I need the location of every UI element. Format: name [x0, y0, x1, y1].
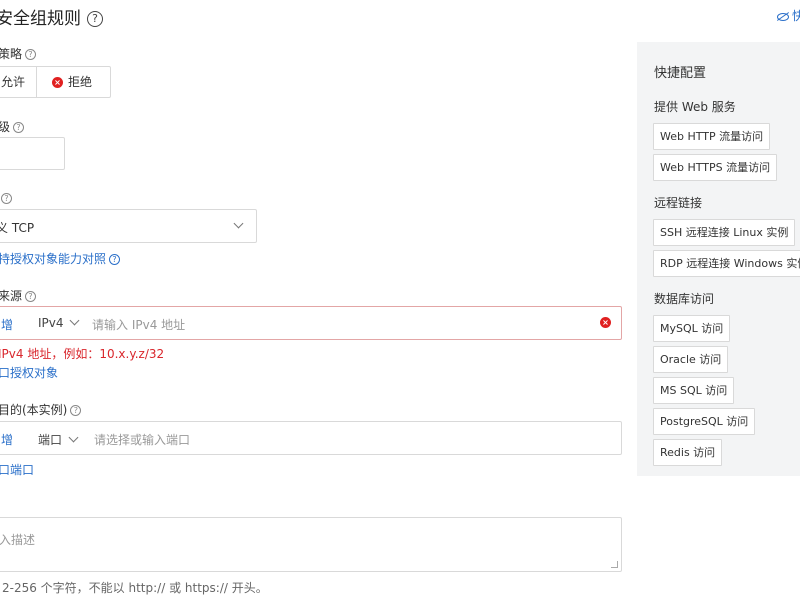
error-icon: ×: [600, 317, 611, 328]
priority-input[interactable]: [0, 137, 65, 170]
help-icon[interactable]: ?: [1, 193, 12, 204]
description-hint: 2-256 个字符，不能以 http:// 或 https:// 开头。: [2, 581, 268, 595]
policy-label-text: 策略: [0, 47, 23, 61]
source-add-button[interactable]: 增: [1, 316, 13, 333]
help-icon[interactable]: ?: [109, 254, 121, 265]
quick-postgresql-button[interactable]: PostgreSQL 访问: [653, 408, 756, 435]
help-icon[interactable]: ?: [70, 405, 82, 416]
resize-handle-icon[interactable]: [611, 561, 618, 568]
protocol-label: ?: [0, 191, 12, 205]
help-icon[interactable]: ?: [25, 49, 37, 60]
page-title: 安全组规则?: [0, 4, 103, 29]
protocol-compare-link[interactable]: 持授权对象能力对照?: [0, 250, 121, 267]
quick-link[interactable]: 快: [776, 7, 800, 24]
eye-icon: [776, 12, 789, 21]
quick-rdp-button[interactable]: RDP 远程连接 Windows 实例: [653, 250, 800, 277]
group-db-label: 数据库访问: [654, 292, 715, 306]
port-input[interactable]: 请选择或输入端口: [94, 431, 190, 448]
description-textarea[interactable]: 入描述: [0, 517, 622, 572]
help-icon[interactable]: ?: [25, 291, 37, 302]
quick-oracle-button[interactable]: Oracle 访问: [653, 346, 729, 373]
chevron-down-icon: [68, 432, 79, 443]
source-label-text: 来源: [0, 289, 23, 303]
deny-label: 拒绝: [68, 75, 93, 89]
protocol-select[interactable]: [0, 209, 257, 243]
allow-option[interactable]: 允许: [0, 67, 37, 97]
port-type-value: 端口: [38, 433, 63, 447]
protocol-compare-text: 持授权对象能力对照: [0, 252, 107, 266]
priority-label: 级?: [0, 118, 25, 135]
policy-toggle: 允许 × 拒绝: [0, 66, 111, 98]
destination-add-link[interactable]: 口端口: [0, 461, 34, 478]
deny-icon: ×: [52, 77, 63, 88]
chevron-down-icon: [69, 315, 80, 326]
source-add-link[interactable]: 口授权对象: [0, 364, 58, 381]
priority-label-text: 级: [0, 120, 11, 134]
source-error: IPv4 地址，例如：10.x.y.z/32: [0, 347, 165, 361]
quick-link-label: 快: [791, 9, 800, 23]
quick-redis-button[interactable]: Redis 访问: [653, 439, 723, 466]
port-type-select[interactable]: 端口: [38, 431, 79, 448]
description-placeholder: 入描述: [0, 533, 36, 547]
protocol-value: 义 TCP: [0, 221, 35, 235]
destination-label-text: 目的(本实例): [0, 403, 68, 417]
source-label: 来源?: [0, 287, 37, 304]
quick-config-panel: 快捷配置 提供 Web 服务 Web HTTP 流量访问 Web HTTPS 流…: [637, 42, 800, 476]
quick-mysql-button[interactable]: MySQL 访问: [653, 315, 731, 342]
quick-mssql-button[interactable]: MS SQL 访问: [653, 377, 735, 404]
source-type-select[interactable]: IPv4: [38, 315, 80, 330]
group-web-label: 提供 Web 服务: [654, 100, 736, 114]
help-icon[interactable]: ?: [87, 11, 103, 27]
help-icon[interactable]: ?: [13, 122, 25, 133]
source-type-value: IPv4: [38, 316, 64, 330]
page-title-text: 安全组规则: [0, 9, 81, 29]
deny-option[interactable]: × 拒绝: [37, 67, 110, 97]
destination-add-button[interactable]: 增: [1, 431, 13, 448]
quick-http-button[interactable]: Web HTTP 流量访问: [653, 123, 771, 150]
allow-label: 允许: [1, 75, 26, 89]
group-remote-label: 远程链接: [654, 196, 703, 210]
chevron-down-icon: [233, 218, 244, 229]
destination-label: 目的(本实例)?: [0, 401, 82, 418]
quick-config-title: 快捷配置: [654, 66, 707, 81]
destination-input-row: 增 端口 请选择或输入端口: [0, 421, 622, 455]
quick-ssh-button[interactable]: SSH 远程连接 Linux 实例: [653, 219, 796, 246]
quick-https-button[interactable]: Web HTTPS 流量访问: [653, 154, 778, 181]
source-input-row: 增 IPv4 请输入 IPv4 地址 ×: [0, 306, 622, 340]
source-input[interactable]: 请输入 IPv4 地址: [92, 316, 185, 333]
policy-label: 策略?: [0, 45, 37, 62]
